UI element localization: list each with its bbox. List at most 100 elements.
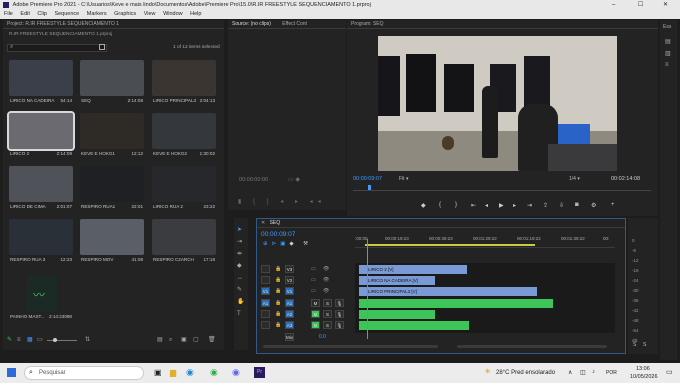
project-item[interactable]: LIRICO 2 2:14:09 bbox=[7, 111, 75, 159]
mute-button[interactable]: M bbox=[311, 321, 320, 329]
record-icon[interactable]: 🎙 bbox=[335, 321, 344, 329]
resolution-dropdown[interactable]: 1/4 ▾ bbox=[569, 176, 580, 182]
ripple-edit-icon[interactable]: ⇹ bbox=[237, 250, 242, 258]
panel-icon[interactable]: ▤ bbox=[665, 38, 671, 45]
minimize-button[interactable]: – bbox=[612, 0, 615, 10]
task-view-icon[interactable]: ▣ bbox=[154, 368, 162, 377]
search-bin-icon[interactable]: ⌕ bbox=[169, 336, 172, 344]
tab-source[interactable]: Source: (no clips) bbox=[232, 21, 271, 27]
zoom-slider-handle[interactable] bbox=[53, 338, 57, 342]
panel-icon[interactable]: ▥ bbox=[665, 50, 671, 57]
edge-icon[interactable]: ◉ bbox=[186, 367, 194, 378]
source-patch[interactable] bbox=[261, 265, 270, 273]
mark-out-icon[interactable]: } bbox=[455, 202, 457, 208]
project-item[interactable]: SEQ 2:14:08 bbox=[80, 60, 144, 106]
pencil-icon[interactable]: ✎ bbox=[7, 336, 12, 344]
solo-button[interactable]: S bbox=[633, 342, 636, 348]
hand-icon[interactable]: ✋ bbox=[237, 298, 244, 306]
time-ruler[interactable]: :00:00 00:00:19:23 00:00:39:23 00:01:29:… bbox=[355, 236, 615, 248]
slip-icon[interactable]: ↔ bbox=[237, 274, 243, 282]
project-item[interactable]: RESPIRO RUA 3 12:23 bbox=[9, 219, 73, 265]
clip-lirico-2[interactable]: LIRICO 2 [V] bbox=[359, 265, 467, 274]
program-tab[interactable]: Program: SEQ bbox=[347, 20, 658, 29]
new-item-icon[interactable]: ▢ bbox=[193, 336, 199, 344]
network-icon[interactable]: ◫ bbox=[580, 369, 586, 376]
eye-icon[interactable]: 👁 bbox=[323, 265, 329, 273]
discord-icon[interactable]: ◉ bbox=[232, 367, 240, 378]
menu-markers[interactable]: Markers bbox=[87, 11, 107, 17]
tab-effect-controls[interactable]: Effect Cont bbox=[282, 21, 307, 27]
sync-lock-icon[interactable]: ▭ bbox=[311, 276, 316, 284]
whatsapp-icon[interactable]: ◉ bbox=[210, 367, 218, 378]
record-icon[interactable]: 🎙 bbox=[335, 299, 344, 307]
menu-graphics[interactable]: Graphics bbox=[114, 11, 136, 17]
lock-icon[interactable]: 🔒 bbox=[275, 287, 281, 295]
trash-icon[interactable]: 🗑 bbox=[208, 336, 216, 344]
track-select-icon[interactable]: ⇥ bbox=[237, 238, 242, 246]
razor-icon[interactable]: ◆ bbox=[237, 262, 242, 270]
solo-button[interactable]: S bbox=[323, 310, 332, 318]
source-patch[interactable] bbox=[261, 321, 270, 329]
effects-tab-icon[interactable]: Ess bbox=[663, 24, 671, 30]
premiere-icon[interactable]: Pr bbox=[254, 367, 265, 378]
sync-lock-icon[interactable]: ▭ bbox=[311, 265, 316, 273]
selection-tool-icon[interactable]: ➤ bbox=[237, 226, 242, 234]
language-indicator[interactable]: POR bbox=[606, 370, 617, 376]
track-target[interactable]: A3 bbox=[285, 321, 294, 329]
project-item[interactable]: LIRICO PRINCIPAL3 2:04:13 bbox=[152, 60, 216, 106]
mix-value[interactable]: 0.0 bbox=[319, 334, 326, 340]
fit-dropdown[interactable]: Fit ▾ bbox=[399, 176, 408, 182]
program-scrubber[interactable] bbox=[353, 186, 651, 191]
lock-icon[interactable]: 🔒 bbox=[275, 310, 281, 318]
record-icon[interactable]: 🎙 bbox=[335, 310, 344, 318]
taskbar-search[interactable]: ⌕ Pesquisar bbox=[24, 366, 144, 380]
windows-start-icon[interactable] bbox=[7, 368, 16, 377]
project-item[interactable]: LIRICO RUA 2 23:22 bbox=[152, 166, 216, 212]
source-buttons-icon[interactable]: ▮ { } ◂ ▸ ◂◂ bbox=[238, 199, 326, 205]
track-target[interactable]: Mix bbox=[285, 333, 294, 341]
lock-icon[interactable]: 🔒 bbox=[275, 321, 281, 329]
go-to-out-icon[interactable]: ⇥ bbox=[527, 202, 532, 209]
playhead-marker[interactable] bbox=[368, 185, 371, 190]
project-item[interactable]: KEVE E HOKG2 1:30:02 bbox=[152, 113, 216, 159]
maximize-button[interactable]: ☐ bbox=[638, 0, 643, 10]
project-item[interactable]: RESPIRO MOV 41:08 bbox=[80, 219, 144, 265]
program-timecode[interactable]: 00:00:09:07 bbox=[353, 176, 382, 182]
menu-clip[interactable]: Clip bbox=[37, 11, 46, 17]
camera-icon[interactable]: ◙ bbox=[575, 202, 579, 208]
file-explorer-icon[interactable]: ▆ bbox=[170, 368, 176, 377]
marker-icon[interactable]: ◆ ⚒ bbox=[289, 241, 312, 247]
go-to-in-icon[interactable]: ⇤ bbox=[471, 202, 476, 209]
new-folder-icon[interactable]: ▣ bbox=[181, 336, 187, 344]
audio-clip-a1[interactable] bbox=[359, 299, 553, 308]
lock-icon[interactable]: 🔒 bbox=[275, 299, 281, 307]
audio-clip-a2[interactable] bbox=[359, 310, 435, 319]
source-play-icon[interactable]: ▭ ◆ bbox=[288, 177, 300, 183]
solo-button[interactable]: S bbox=[643, 342, 646, 348]
add-icon[interactable]: + bbox=[611, 202, 615, 208]
snap-icon[interactable]: ⊕⊳▣ bbox=[263, 241, 289, 247]
eye-icon[interactable]: 👁 bbox=[323, 287, 329, 295]
text-tool-icon[interactable]: T bbox=[237, 310, 241, 318]
lock-icon[interactable]: 🔒 bbox=[275, 265, 281, 273]
menu-edit[interactable]: Edit bbox=[20, 11, 29, 17]
track-target[interactable]: V1 bbox=[285, 287, 294, 295]
close-button[interactable]: ✕ bbox=[663, 0, 668, 10]
mark-in-icon[interactable]: { bbox=[439, 202, 441, 208]
source-patch[interactable] bbox=[261, 310, 270, 318]
menu-sequence[interactable]: Sequence bbox=[54, 11, 79, 17]
list-view-icon[interactable]: ≡ bbox=[17, 336, 21, 344]
new-bin-icon[interactable] bbox=[99, 44, 105, 50]
icon-view-icon[interactable]: ▦ bbox=[27, 336, 33, 344]
lock-icon[interactable]: 🔒 bbox=[275, 276, 281, 284]
mute-button[interactable]: M bbox=[311, 299, 320, 307]
solo-button[interactable]: S bbox=[323, 321, 332, 329]
timeline-scrollbar[interactable] bbox=[263, 345, 438, 348]
weather-text[interactable]: 28°C Pred ensolarado bbox=[496, 370, 555, 376]
eye-icon[interactable]: 👁 bbox=[323, 276, 329, 284]
project-item[interactable]: LIRICO DE CIMA 2:01:07 bbox=[9, 166, 73, 212]
extract-icon[interactable]: ⇩ bbox=[559, 202, 564, 209]
menu-icon[interactable]: ≡ bbox=[665, 62, 669, 68]
automate-icon[interactable]: ▤ bbox=[157, 336, 163, 344]
source-patch[interactable]: V1 bbox=[261, 287, 270, 295]
